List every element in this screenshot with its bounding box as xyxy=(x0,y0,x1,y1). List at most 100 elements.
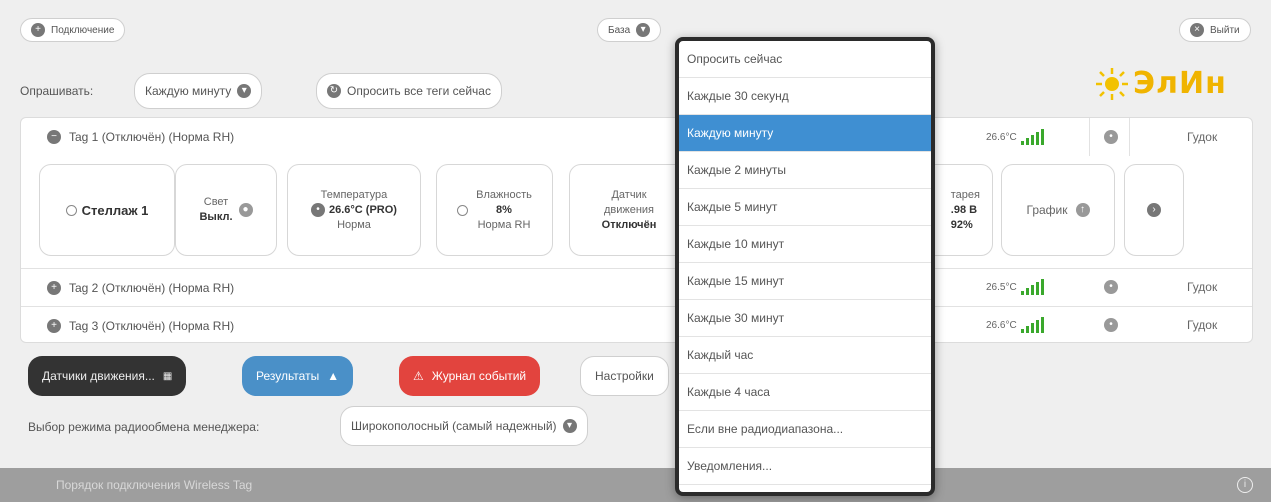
tags-panel: − Tag 1 (Отключён) (Норма RH) Стеллаж 1 … xyxy=(20,117,1253,343)
light-card[interactable]: Свет Выкл. ● xyxy=(175,164,277,256)
results-button[interactable]: Результаты ▲ xyxy=(242,356,354,396)
temperature-label: Температура xyxy=(320,188,388,201)
base-label: База xyxy=(608,24,631,36)
tag-title: + Tag 2 (Отключён) (Норма RH) xyxy=(47,280,234,295)
chart-icon: ▲ xyxy=(327,369,340,383)
temperature-value: 26.6°C (PRO) xyxy=(329,203,397,216)
dropdown-item[interactable]: Каждый час xyxy=(679,337,931,374)
search-icon[interactable]: • xyxy=(1104,280,1118,294)
motion-label-1: Датчик xyxy=(611,188,647,201)
dropdown-item[interactable]: Опросить сейчас xyxy=(679,41,931,78)
humidity-label: Влажность xyxy=(476,188,532,201)
exit-label: Выйти xyxy=(1210,24,1240,36)
tag-row[interactable]: + Tag 2 (Отключён) (Норма RH) xyxy=(21,268,1252,306)
signal-bars-icon xyxy=(1020,279,1044,295)
minus-circle-icon[interactable]: − xyxy=(47,130,61,144)
refresh-icon: ↻ xyxy=(327,84,341,98)
dropdown-item[interactable]: Каждые 15 минут xyxy=(679,263,931,300)
dropdown-item[interactable]: Уведомления... xyxy=(679,448,931,485)
dropdown-item[interactable]: Каждую минуту xyxy=(679,115,931,152)
plus-circle-icon[interactable]: + xyxy=(47,280,61,295)
temperature-status: Норма xyxy=(337,218,371,231)
poll-all-button[interactable]: ↻ Опросить все теги сейчас xyxy=(316,73,502,109)
tag-temp: 26.6°C xyxy=(986,319,1017,331)
poll-interval-select[interactable]: Каждую минуту ▾ xyxy=(134,73,263,109)
dropdown-item[interactable]: Каждые 4 часа xyxy=(679,374,931,411)
graph-card[interactable]: График ↑ xyxy=(1001,164,1115,256)
humidity-card[interactable]: Влажность 8% Норма RH xyxy=(436,164,553,256)
close-circle-icon: × xyxy=(1190,23,1204,37)
exit-button[interactable]: × Выйти xyxy=(1179,18,1251,42)
base-select[interactable]: База ▾ xyxy=(597,18,662,42)
humidity-text: Влажность 8% Норма RH xyxy=(476,188,532,233)
dropdown-item[interactable]: Каждые 30 минут xyxy=(679,300,931,337)
tag-title: − Tag 1 (Отключён) (Норма RH) xyxy=(47,130,234,144)
info-icon[interactable]: i xyxy=(1237,477,1253,493)
more-card[interactable]: › xyxy=(1124,164,1184,256)
rack-name: Стеллаж 1 xyxy=(81,202,149,218)
motion-label-2: движения xyxy=(603,203,655,216)
dropdown-item[interactable]: Каждые 30 секунд xyxy=(679,78,931,115)
dropdown-item[interactable]: Каждые 2 минуты xyxy=(679,152,931,189)
motion-sensors-button[interactable]: Датчики движения... ▦ xyxy=(28,356,187,396)
rack-card[interactable]: Стеллаж 1 xyxy=(39,164,175,256)
search-icon[interactable]: • xyxy=(1104,130,1118,144)
temperature-card[interactable]: Температура • 26.6°C (PRO) Норма xyxy=(287,164,421,256)
connect-button[interactable]: + Подключение xyxy=(20,18,126,42)
tag-status: 26.5°C xyxy=(986,268,1044,306)
plus-circle-icon: + xyxy=(31,23,45,37)
tag-temp: 26.6°C xyxy=(986,131,1017,143)
connect-label: Подключение xyxy=(51,24,115,36)
beep-button[interactable]: Гудок xyxy=(1187,280,1217,294)
graph-label: График xyxy=(1026,202,1068,217)
results-label: Результаты xyxy=(256,369,320,383)
tag-title-text: Tag 1 (Отключён) (Норма RH) xyxy=(69,130,235,144)
battery-text: тарея .98 В 92% xyxy=(951,188,980,233)
drop-icon xyxy=(457,204,469,216)
humidity-status: Норма RH xyxy=(477,218,531,231)
light-value: Выкл. xyxy=(199,211,233,223)
event-log-button[interactable]: ⚠ Журнал событий xyxy=(399,356,541,396)
motion-sensors-label: Датчики движения... xyxy=(42,369,155,383)
tag-status: 26.6°C xyxy=(986,306,1044,344)
chevron-right-icon: › xyxy=(1147,203,1161,217)
tag-title: + Tag 3 (Отключён) (Норма RH) xyxy=(47,318,234,333)
footer-link[interactable]: Порядок подключения Wireless Tag xyxy=(56,478,252,492)
plus-circle-icon[interactable]: + xyxy=(47,318,61,333)
beep-button[interactable]: Гудок xyxy=(1187,130,1217,144)
temperature-text: Температура • 26.6°C (PRO) Норма xyxy=(311,188,397,233)
logo: ЭлИн xyxy=(1093,66,1227,101)
thermometer-icon: • xyxy=(311,203,325,217)
poll-interval-value: Каждую минуту xyxy=(145,84,232,98)
beep-button[interactable]: Гудок xyxy=(1187,318,1217,332)
grid-icon: ▦ xyxy=(162,370,173,382)
dropdown-item[interactable]: Если вне радиодиапазона... xyxy=(679,411,931,448)
radio-mode-label: Выбор режима радиообмена менеджера: xyxy=(28,420,260,434)
chevron-down-icon: ▾ xyxy=(237,84,252,98)
tag-row[interactable]: + Tag 3 (Отключён) (Норма RH) xyxy=(21,306,1252,344)
tag-row[interactable]: − Tag 1 (Отключён) (Норма RH) xyxy=(21,118,1252,156)
dropdown-item[interactable]: Каждые 10 минут xyxy=(679,226,931,263)
chevron-down-icon: ▾ xyxy=(562,419,577,433)
radio-mode-value: Широкополосный (самый надежный) xyxy=(351,419,557,433)
bulb-icon: ● xyxy=(238,203,253,217)
logo-text: ЭлИн xyxy=(1133,66,1227,101)
poll-interval-dropdown: Опросить сейчас Каждые 30 секунд Каждую ми… xyxy=(675,37,935,496)
settings-label: Настройки xyxy=(595,369,654,383)
event-log-label: Журнал событий xyxy=(431,369,527,383)
dropdown-item[interactable]: Каждые 5 минут xyxy=(679,189,931,226)
battery-value: .98 В xyxy=(950,203,978,216)
motion-text: Датчик движения Отключён xyxy=(602,188,657,233)
radio-mode-select[interactable]: Широкополосный (самый надежный) ▾ xyxy=(340,406,588,446)
motion-card[interactable]: Датчик движения Отключён xyxy=(569,164,689,256)
signal-bars-icon xyxy=(1020,129,1044,145)
humidity-value: 8% xyxy=(496,203,512,216)
poll-label: Опрашивать: xyxy=(20,84,94,98)
settings-button[interactable]: Настройки xyxy=(580,356,669,396)
warning-icon: ⚠ xyxy=(413,369,424,383)
sun-icon xyxy=(1096,67,1128,100)
search-icon[interactable]: • xyxy=(1104,318,1118,332)
footer: Порядок подключения Wireless Tag i xyxy=(0,468,1271,502)
battery-percent: 92% xyxy=(950,218,973,231)
tag-status: 26.6°C xyxy=(986,118,1044,156)
